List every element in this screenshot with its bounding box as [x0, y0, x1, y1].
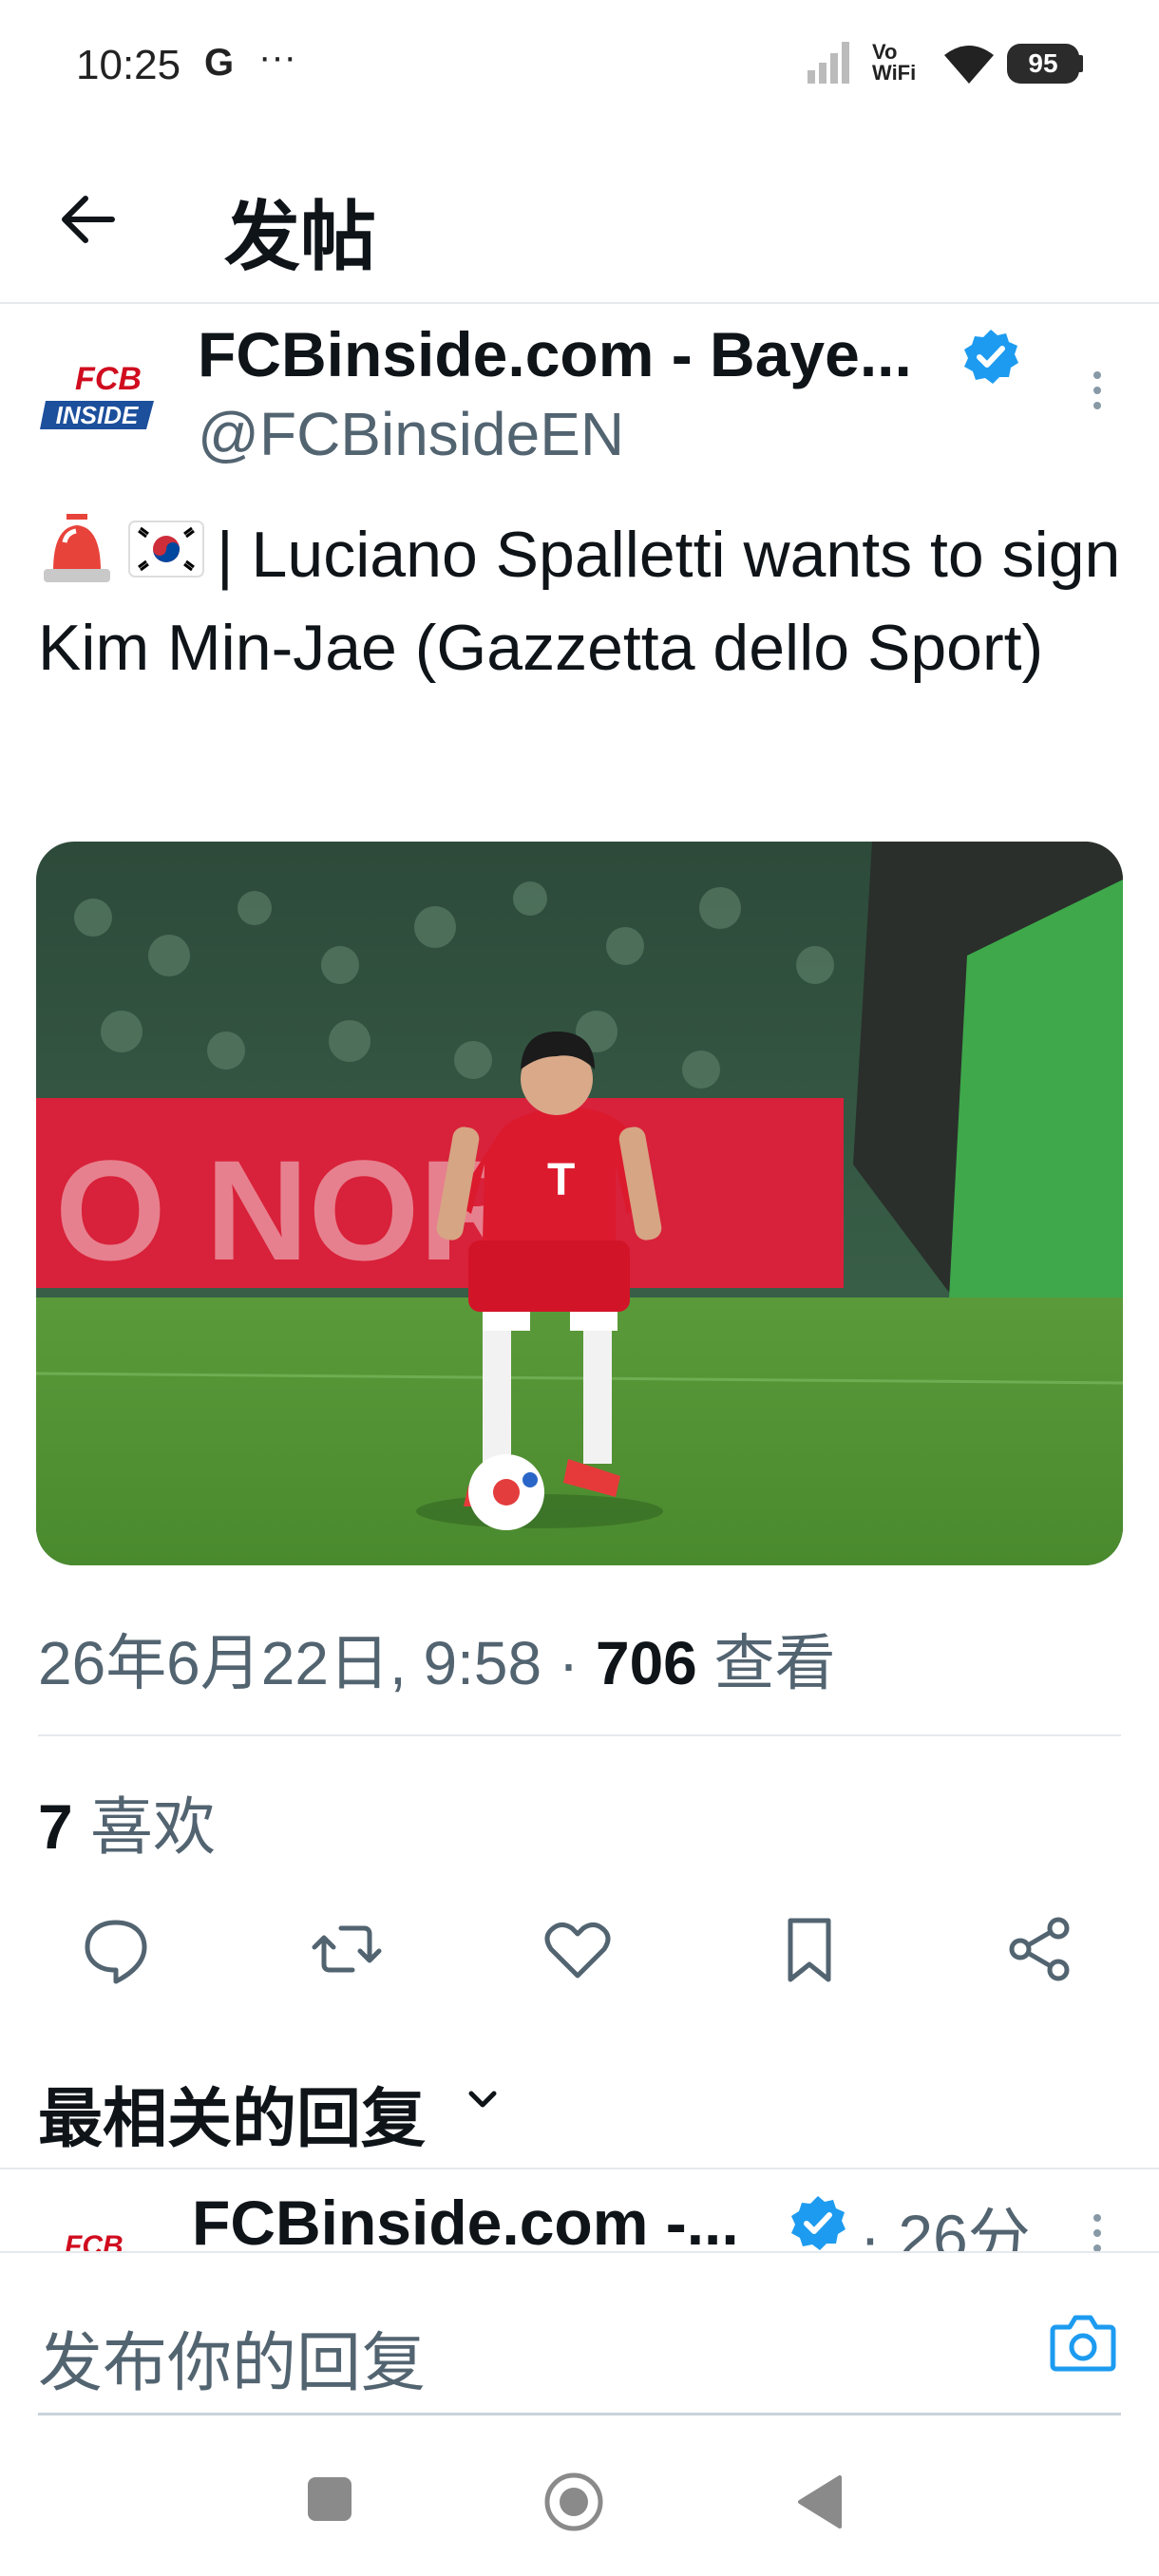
timestamp-text: 26年6月22日, 9:58 ·: [38, 1629, 596, 1697]
wifi-icon: [944, 46, 994, 84]
more-notifications-icon: ···: [258, 36, 296, 78]
recent-apps-button[interactable]: [306, 2475, 353, 2523]
header-divider: [0, 302, 1159, 304]
reply-verified-badge-icon: [791, 2196, 846, 2250]
views-count: 706: [595, 1629, 697, 1697]
author-handle[interactable]: @FCBinsideEN: [198, 399, 624, 469]
chevron-down-icon[interactable]: [464, 2080, 502, 2118]
carrier-icon: G: [204, 42, 235, 84]
verified-badge-icon: [964, 330, 1018, 384]
avatar[interactable]: FCB INSIDE: [38, 353, 162, 458]
rotating-light-icon: [44, 514, 110, 582]
reply-icon[interactable]: [76, 1909, 156, 1989]
reply-author-name[interactable]: FCBinside.com -...: [192, 2187, 739, 2259]
like-icon[interactable]: [538, 1909, 618, 1989]
likes-label: 喜欢: [72, 1791, 217, 1862]
views-label: 查看: [696, 1629, 836, 1697]
replies-sort-label[interactable]: 最相关的回复: [38, 2066, 426, 2160]
status-bar: 10:25 G ··· Vo WiFi 95: [0, 0, 1159, 133]
status-time: 10:25: [76, 42, 181, 88]
reply-input[interactable]: 发布你的回复: [38, 2310, 426, 2404]
camera-icon[interactable]: [1049, 2310, 1117, 2373]
vowifi-icon: Vo WiFi: [872, 40, 917, 85]
share-icon[interactable]: [999, 1909, 1079, 1989]
back-arrow-icon[interactable]: [55, 186, 122, 253]
composer-underline: [38, 2413, 1121, 2415]
svg-text:T: T: [547, 1155, 575, 1205]
tweet-text: | Luciano Spalletti wants to sign Kim Mi…: [38, 508, 1130, 694]
replies-divider: [0, 2168, 1159, 2169]
author-name[interactable]: FCBinside.com - Baye...: [198, 318, 912, 390]
tweet-timestamp: 26年6月22日, 9:58 · 706 查看: [38, 1615, 836, 1702]
bookmark-icon[interactable]: [770, 1909, 849, 1989]
south-korea-flag-icon: [128, 521, 204, 578]
page-title: 发帖: [224, 195, 376, 279]
back-button[interactable]: [796, 2475, 844, 2529]
home-button[interactable]: [543, 2472, 604, 2532]
tweet-photo[interactable]: O NOR T: [36, 842, 1123, 1565]
likes-count: 7: [38, 1791, 73, 1862]
avatar-text-bottom: INSIDE: [56, 401, 139, 429]
stats-divider: [38, 1734, 1121, 1736]
likes-stat[interactable]: 7 喜欢: [38, 1776, 216, 1867]
battery-icon: 95: [1007, 44, 1079, 84]
more-options-icon[interactable]: [1083, 366, 1112, 423]
composer-divider: [0, 2251, 1159, 2253]
signal-icon: [808, 42, 849, 84]
battery-tip: [1077, 55, 1083, 72]
retweet-icon[interactable]: [307, 1909, 387, 1989]
avatar-text-top: FCB: [75, 361, 142, 397]
